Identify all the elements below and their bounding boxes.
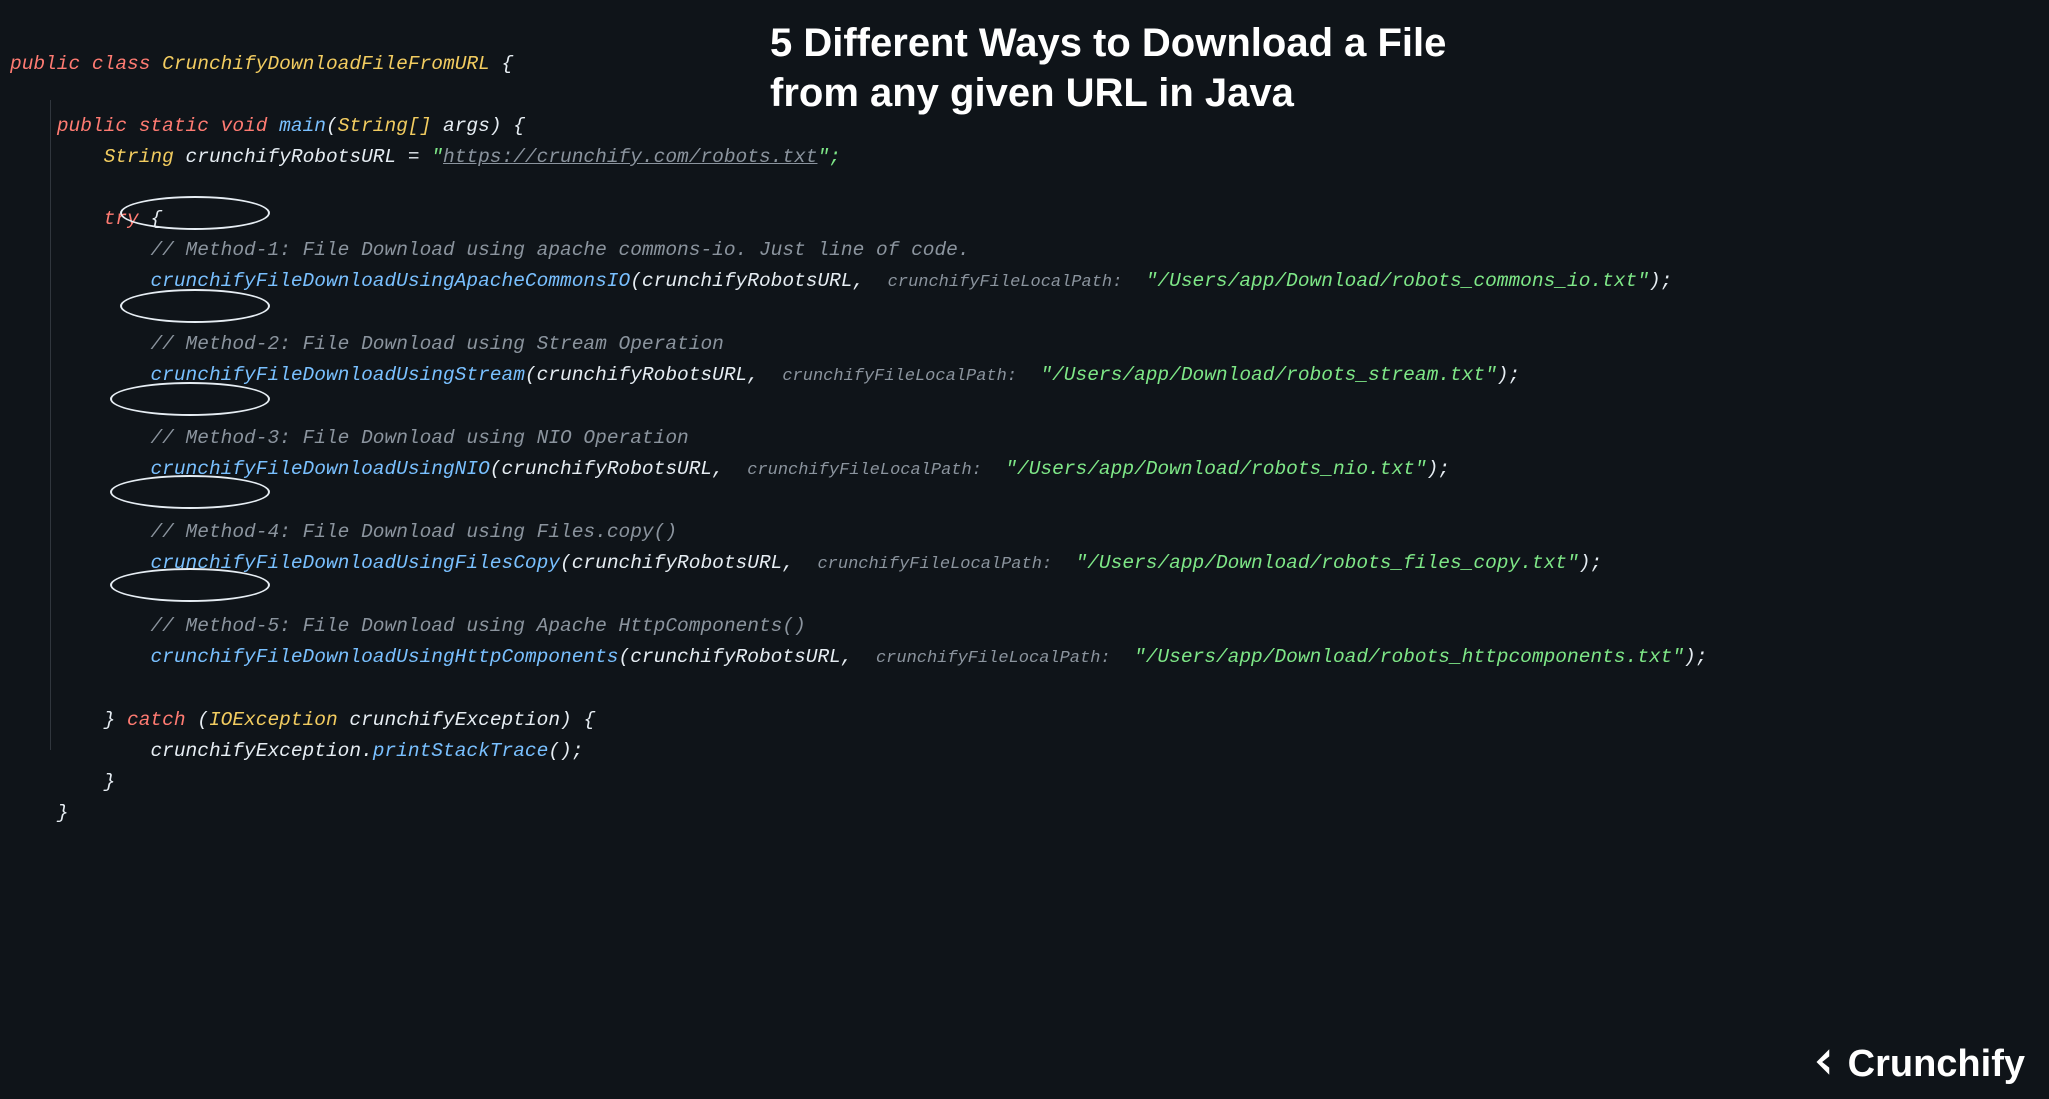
comment-method5: // Method-5: (150, 615, 290, 637)
param-hint: crunchifyFileLocalPath: (888, 273, 1123, 292)
open-brace: { (513, 115, 525, 137)
path-literal: "/Users/app/Download/robots_stream.txt" (1040, 364, 1496, 386)
url-literal: https://crunchify.com/robots.txt (443, 146, 817, 168)
method-main: main (279, 115, 326, 137)
path-literal: "/Users/app/Download/robots_nio.txt" (1005, 458, 1426, 480)
class-name: CrunchifyDownloadFileFromURL (162, 53, 490, 75)
keyword-static: static (139, 115, 209, 137)
logo-text: Crunchify (1848, 1049, 2025, 1080)
comment-method3: // Method-3: (150, 427, 290, 449)
exception-name: crunchifyException (349, 709, 560, 731)
chevron-left-icon (1808, 1045, 1842, 1083)
keyword-void: void (221, 115, 268, 137)
keyword-class: class (92, 53, 151, 75)
call-method4: crunchifyFileDownloadUsingFilesCopy (150, 552, 560, 574)
call-method2: crunchifyFileDownloadUsingStream (150, 364, 524, 386)
comment-method2: // Method-2: (150, 333, 290, 355)
close-brace: } (104, 709, 116, 731)
param-hint: crunchifyFileLocalPath: (782, 367, 1017, 386)
call-method5: crunchifyFileDownloadUsingHttpComponents (150, 646, 618, 668)
param-hint: crunchifyFileLocalPath: (817, 555, 1052, 574)
param-hint: crunchifyFileLocalPath: (876, 649, 1111, 668)
keyword-public: public (10, 53, 80, 75)
close-brace: } (57, 802, 69, 824)
method-printStackTrace: printStackTrace (373, 740, 549, 762)
keyword-try: try (104, 208, 139, 230)
keyword-catch: catch (127, 709, 186, 731)
call-method1: crunchifyFileDownloadUsingApacheCommonsI… (150, 270, 630, 292)
exception-type: IOException (209, 709, 338, 731)
comment-method4: // Method-4: (150, 521, 290, 543)
comment-method1: // Method-1: (150, 239, 290, 261)
path-literal: "/Users/app/Download/robots_files_copy.t… (1076, 552, 1579, 574)
call-method3: crunchifyFileDownloadUsingNIO (150, 458, 489, 480)
open-brace: { (502, 53, 514, 75)
path-literal: "/Users/app/Download/robots_httpcomponen… (1134, 646, 1684, 668)
var-name: crunchifyRobotsURL (186, 146, 397, 168)
close-brace: } (104, 771, 116, 793)
param-hint: crunchifyFileLocalPath: (747, 461, 982, 480)
param-name: args (443, 115, 490, 137)
keyword-public: public (57, 115, 127, 137)
code-block: public class CrunchifyDownloadFileFromUR… (10, 18, 1707, 829)
path-literal: "/Users/app/Download/robots_commons_io.t… (1146, 270, 1649, 292)
var-type: String (104, 146, 174, 168)
brand-logo: Crunchify (1808, 1045, 2025, 1083)
param-type: String[] (338, 115, 432, 137)
